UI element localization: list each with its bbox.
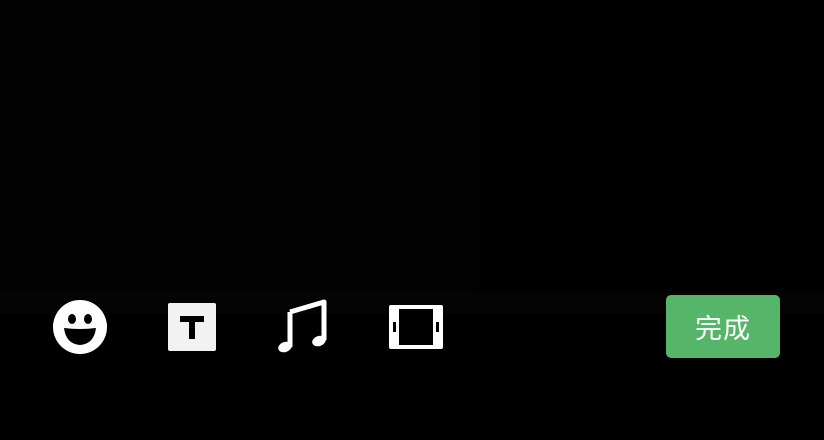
- done-button[interactable]: 完成: [666, 295, 780, 358]
- edit-toolbar: 完成: [0, 290, 824, 364]
- video-editor-screen: 完成: [0, 0, 824, 440]
- music-note-icon: [276, 299, 330, 355]
- film-frame-icon: [388, 304, 444, 350]
- emoji-tool-button[interactable]: [51, 298, 109, 356]
- music-tool-button[interactable]: [274, 298, 332, 356]
- text-t-icon: [167, 302, 217, 352]
- video-preview: [0, 0, 478, 292]
- video-preview-secondary: [478, 120, 824, 292]
- text-tool-button[interactable]: [163, 298, 221, 356]
- clip-tool-button[interactable]: [387, 298, 445, 356]
- smiley-face-icon: [52, 299, 108, 355]
